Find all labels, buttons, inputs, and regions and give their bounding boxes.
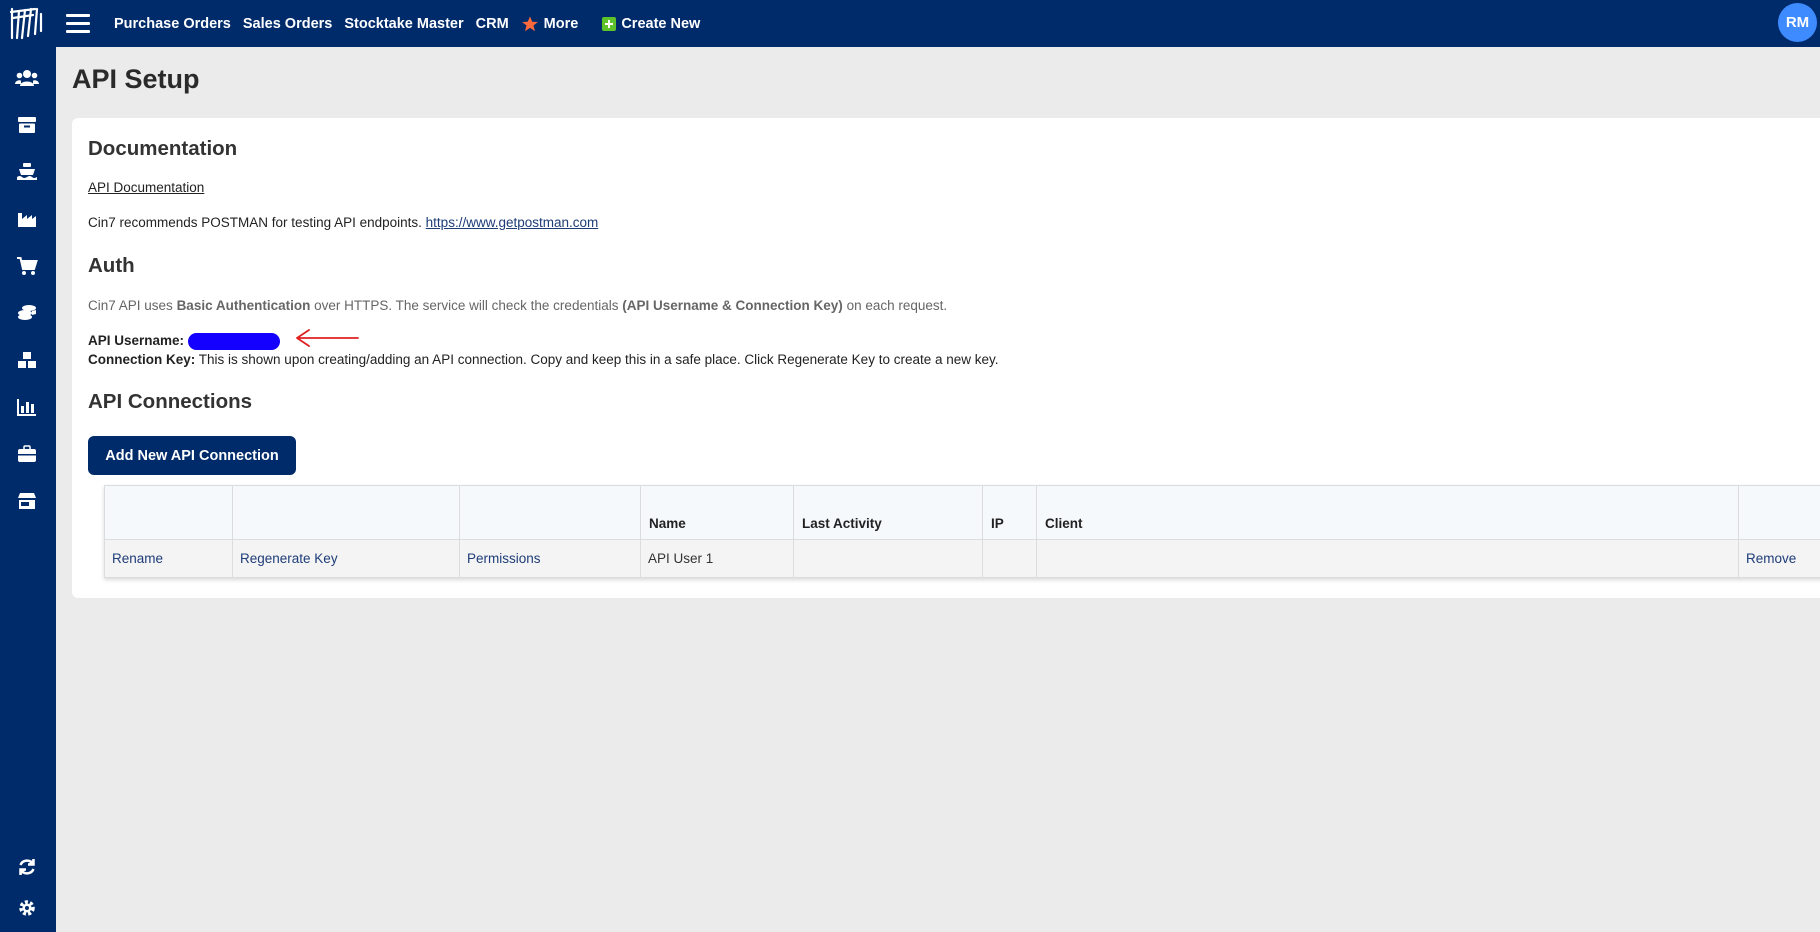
- connection-key-text: This is shown upon creating/adding an AP…: [198, 352, 999, 367]
- permissions-link[interactable]: Permissions: [467, 551, 541, 566]
- regenerate-key-link[interactable]: Regenerate Key: [240, 551, 338, 566]
- remove-cell: Remove: [1738, 539, 1820, 578]
- api-username-row: API Username:: [88, 333, 184, 348]
- connection-key-row: Connection Key: This is shown upon creat…: [88, 352, 999, 367]
- users-icon[interactable]: [14, 65, 40, 91]
- nav-create-new-label: Create New: [621, 15, 701, 32]
- header-name: Name: [640, 485, 794, 540]
- table-header-row: Name Last Activity IP Client: [104, 485, 1820, 540]
- auth-heading: Auth: [88, 254, 135, 277]
- rename-cell: Rename: [104, 539, 233, 578]
- add-api-connection-button[interactable]: Add New API Connection: [88, 436, 296, 475]
- nav-more-label: More: [543, 15, 579, 32]
- inventory-icon[interactable]: [14, 112, 40, 138]
- nav-crm[interactable]: CRM: [476, 16, 509, 32]
- coins-icon[interactable]: [14, 300, 40, 326]
- nav-stocktake-master[interactable]: Stocktake Master: [344, 16, 463, 32]
- annotation-arrow: [296, 329, 359, 347]
- connection-last-activity: [793, 539, 983, 578]
- header-client: Client: [1036, 485, 1739, 540]
- reports-icon[interactable]: [14, 394, 40, 420]
- factory-icon[interactable]: [14, 206, 40, 232]
- plus-square-icon: [602, 16, 617, 31]
- store-icon[interactable]: [14, 488, 40, 514]
- connection-key-label: Connection Key:: [88, 352, 196, 367]
- permissions-cell: Permissions: [459, 539, 641, 578]
- api-documentation-link[interactable]: API Documentation: [88, 180, 204, 195]
- auth-description: Cin7 API uses Basic Authentication over …: [88, 298, 947, 313]
- gear-icon[interactable]: [14, 895, 40, 921]
- documentation-heading: Documentation: [88, 137, 238, 160]
- header-last-activity: Last Activity: [793, 485, 983, 540]
- api-setup-card: Documentation API Documentation Cin7 rec…: [72, 118, 1820, 598]
- header-cell: [1738, 485, 1820, 540]
- cin7-logo[interactable]: [8, 6, 44, 42]
- api-username-label: API Username:: [88, 333, 185, 348]
- rename-link[interactable]: Rename: [112, 551, 163, 566]
- header-cell: [104, 485, 233, 540]
- sync-icon[interactable]: [14, 854, 40, 880]
- auth-desc-3: on each request.: [846, 298, 948, 313]
- nav-more[interactable]: More: [521, 15, 579, 33]
- redacted-username: [188, 333, 280, 350]
- top-nav: Purchase Orders Sales Orders Stocktake M…: [114, 0, 712, 47]
- header-ip: IP: [982, 485, 1037, 540]
- postman-recommendation-text: Cin7 recommends POSTMAN for testing API …: [88, 215, 422, 230]
- page-title: API Setup: [72, 64, 200, 94]
- user-avatar[interactable]: RM: [1778, 3, 1817, 42]
- star-icon: [521, 15, 539, 33]
- auth-desc-bold-1: Basic Authentication: [176, 298, 311, 313]
- sidebar: [0, 47, 56, 932]
- postman-link[interactable]: https://www.getpostman.com: [426, 215, 599, 230]
- api-connections-table: Name Last Activity IP Client Rename Rege…: [104, 485, 1820, 578]
- nav-sales-orders[interactable]: Sales Orders: [243, 16, 332, 32]
- briefcase-icon[interactable]: [14, 441, 40, 467]
- table-row: Rename Regenerate Key Permissions API Us…: [104, 539, 1820, 578]
- cart-icon[interactable]: [14, 253, 40, 279]
- header-cell: [459, 485, 641, 540]
- warehouse-icon[interactable]: [14, 347, 40, 373]
- top-navbar: Purchase Orders Sales Orders Stocktake M…: [0, 0, 1820, 47]
- api-connections-heading: API Connections: [88, 390, 253, 413]
- shipping-icon[interactable]: [14, 159, 40, 185]
- auth-desc-bold-2: (API Username & Connection Key): [622, 298, 843, 313]
- auth-desc-2: over HTTPS. The service will check the c…: [314, 298, 619, 313]
- menu-icon[interactable]: [66, 14, 90, 33]
- postman-recommendation: Cin7 recommends POSTMAN for testing API …: [88, 215, 598, 230]
- remove-link[interactable]: Remove: [1746, 551, 1796, 566]
- regenerate-cell: Regenerate Key: [232, 539, 460, 578]
- header-cell: [232, 485, 460, 540]
- connection-ip: [982, 539, 1037, 578]
- connection-name: API User 1: [640, 539, 794, 578]
- auth-desc-1: Cin7 API uses: [88, 298, 173, 313]
- nav-create-new[interactable]: Create New: [602, 16, 700, 32]
- connection-client: [1036, 539, 1739, 578]
- nav-purchase-orders[interactable]: Purchase Orders: [114, 16, 231, 32]
